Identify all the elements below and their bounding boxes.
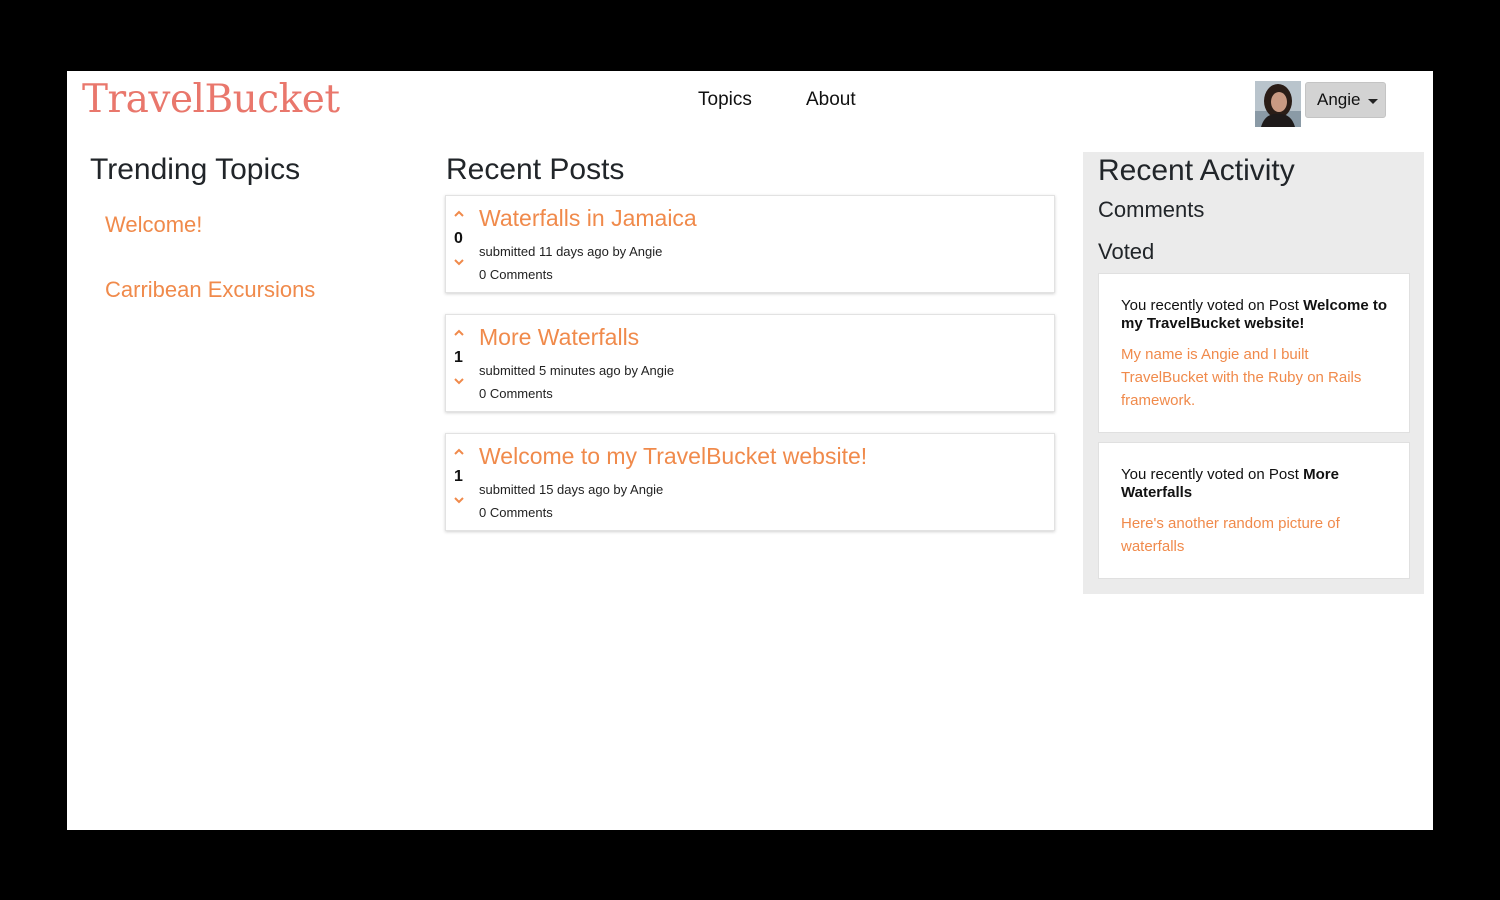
vote-activity-text: You recently voted on Post More Waterfal… bbox=[1121, 466, 1339, 501]
post-card: 0 Waterfalls in Jamaica submitted 11 day… bbox=[445, 195, 1055, 293]
post-comments-link[interactable]: 0 Comments bbox=[479, 505, 553, 520]
trending-topics-heading: Trending Topics bbox=[90, 153, 301, 186]
user-dropdown-button[interactable]: Angie bbox=[1305, 82, 1386, 118]
app-window: TravelBucket Topics About Angie Trending… bbox=[67, 71, 1433, 830]
vote-activity-body-link[interactable]: My name is Angie and I built TravelBucke… bbox=[1121, 343, 1387, 412]
recent-activity-panel: Recent Activity Comments Voted You recen… bbox=[1083, 152, 1424, 594]
nav-about-link[interactable]: About bbox=[806, 89, 856, 111]
comments-subheading: Comments bbox=[1098, 197, 1205, 222]
vote-activity-body-link[interactable]: Here's another random picture of waterfa… bbox=[1121, 512, 1387, 558]
chevron-up-icon[interactable] bbox=[453, 447, 465, 457]
chevron-up-icon[interactable] bbox=[453, 209, 465, 219]
nav-topics-link[interactable]: Topics bbox=[698, 89, 752, 111]
vote-count: 1 bbox=[454, 468, 463, 485]
recent-posts-heading: Recent Posts bbox=[446, 153, 625, 186]
chevron-down-icon[interactable] bbox=[453, 376, 465, 386]
vote-count: 1 bbox=[454, 349, 463, 366]
post-card: 1 Welcome to my TravelBucket website! su… bbox=[445, 433, 1055, 531]
avatar[interactable] bbox=[1255, 81, 1301, 127]
recent-activity-heading: Recent Activity bbox=[1098, 154, 1295, 187]
post-comments-link[interactable]: 0 Comments bbox=[479, 386, 553, 401]
post-title-link[interactable]: Waterfalls in Jamaica bbox=[479, 205, 697, 232]
post-title-link[interactable]: Welcome to my TravelBucket website! bbox=[479, 443, 867, 470]
post-meta: submitted 5 minutes ago by Angie bbox=[479, 363, 675, 378]
vote-count: 0 bbox=[454, 230, 463, 247]
brand-logo[interactable]: TravelBucket bbox=[82, 77, 340, 122]
post-title-link[interactable]: More Waterfalls bbox=[479, 324, 639, 351]
post-card: 1 More Waterfalls submitted 5 minutes ag… bbox=[445, 314, 1055, 412]
topic-link-welcome[interactable]: Welcome! bbox=[105, 212, 202, 238]
chevron-down-icon[interactable] bbox=[453, 257, 465, 267]
chevron-up-icon[interactable] bbox=[453, 328, 465, 338]
user-name: Angie bbox=[1317, 90, 1361, 109]
chevron-down-icon[interactable] bbox=[453, 495, 465, 505]
vote-activity-card: You recently voted on Post More Waterfal… bbox=[1098, 442, 1410, 579]
vote-activity-card: You recently voted on Post Welcome to my… bbox=[1098, 273, 1410, 433]
topic-link-carribean-excursions[interactable]: Carribean Excursions bbox=[105, 277, 315, 303]
voted-subheading: Voted bbox=[1098, 239, 1155, 264]
post-meta: submitted 15 days ago by Angie bbox=[479, 482, 664, 497]
vote-activity-text: You recently voted on Post Welcome to my… bbox=[1121, 297, 1387, 332]
post-meta: submitted 11 days ago by Angie bbox=[479, 244, 663, 259]
caret-down-icon bbox=[1368, 98, 1379, 104]
post-comments-link[interactable]: 0 Comments bbox=[479, 267, 553, 282]
